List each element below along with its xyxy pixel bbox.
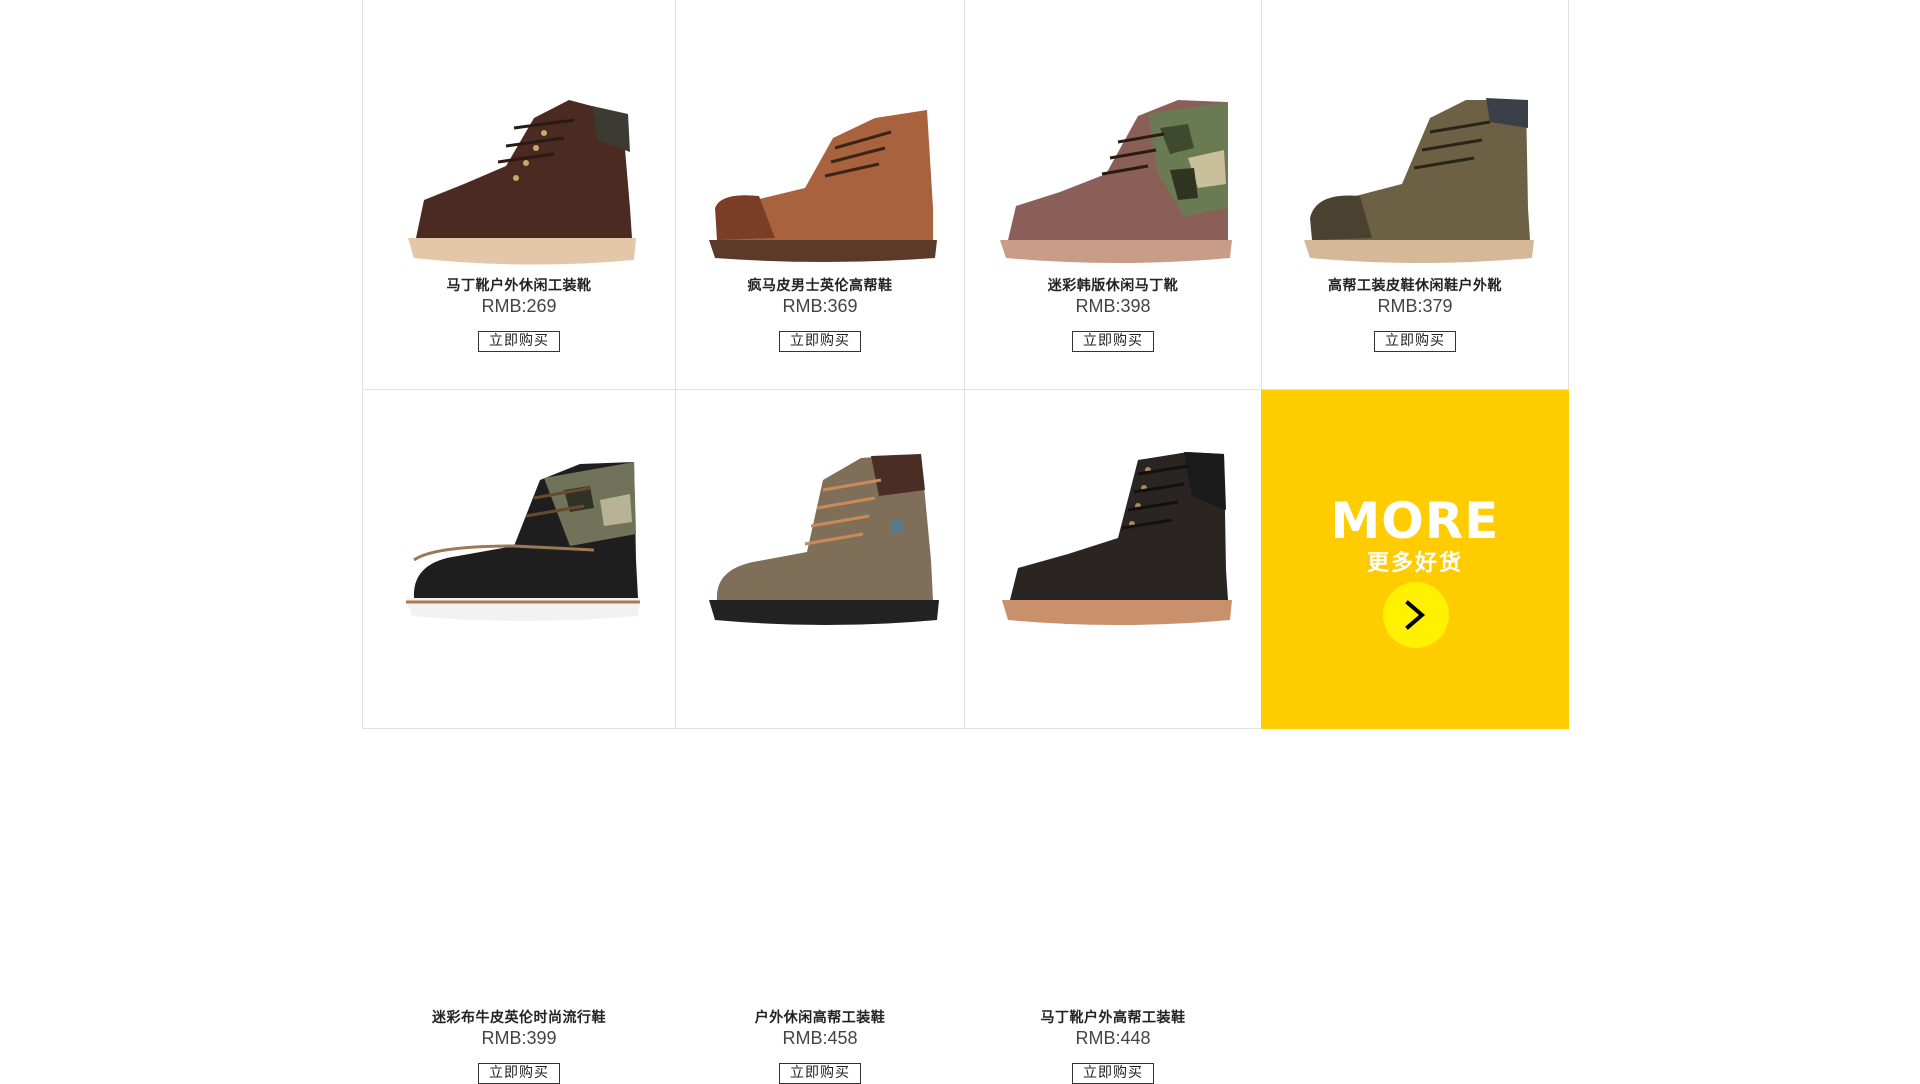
khaki-hiking-boot-icon[interactable] [676,450,964,632]
olive-work-boot-icon[interactable] [1262,88,1568,270]
more-subtitle: 更多好货 [1366,551,1463,576]
more-button[interactable] [1383,582,1449,648]
product-name[interactable]: 马丁靴户外高帮工装鞋 [965,1007,1261,1027]
product-card[interactable]: 疯马皮男士英伦高帮鞋 RMB:369 立即购买 [675,0,964,390]
camo-suede-boot-icon[interactable] [965,88,1261,270]
product-card[interactable]: 马丁靴户外高帮工装鞋 RMB:448 立即购买 [964,390,1261,1084]
product-card[interactable]: 迷彩布牛皮英伦时尚流行鞋 RMB:399 立即购买 [362,390,675,1084]
buy-now-button[interactable]: 立即购买 [478,1063,560,1084]
product-name[interactable]: 疯马皮男士英伦高帮鞋 [676,275,964,295]
buy-now-button[interactable]: 立即购买 [779,1063,861,1084]
product-price: RMB:369 [782,296,858,316]
chevron-right-icon [1405,600,1426,630]
black-camo-boat-shoe-icon[interactable] [363,450,675,632]
product-price: RMB:398 [1075,296,1151,316]
product-price: RMB:269 [481,296,557,316]
buy-now-button[interactable]: 立即购买 [1072,1063,1154,1084]
product-name[interactable]: 户外休闲高帮工装鞋 [676,1007,964,1027]
black-suede-boot-icon[interactable] [965,450,1261,632]
product-price: RMB:448 [1075,1028,1151,1048]
product-price: RMB:379 [1377,296,1453,316]
product-name[interactable]: 马丁靴户外休闲工装靴 [363,275,675,295]
product-card[interactable]: 马丁靴户外休闲工装靴 RMB:269 立即购买 [362,0,675,390]
product-card[interactable]: 迷彩韩版休闲马丁靴 RMB:398 立即购买 [964,0,1261,390]
buy-now-button[interactable]: 立即购买 [478,331,560,352]
tan-leather-chukka-icon[interactable] [676,88,964,270]
more-products-tile[interactable]: MORE 更多好货 [1261,390,1569,729]
buy-now-button[interactable]: 立即购买 [1072,331,1154,352]
product-price: RMB:458 [782,1028,858,1048]
product-name[interactable]: 迷彩韩版休闲马丁靴 [965,275,1261,295]
product-price: RMB:399 [481,1028,557,1048]
product-name[interactable]: 迷彩布牛皮英伦时尚流行鞋 [363,1007,675,1027]
brown-suede-boot-icon[interactable] [363,88,675,270]
product-card[interactable]: 户外休闲高帮工装鞋 RMB:458 立即购买 [675,390,964,1084]
product-name[interactable]: 高帮工装皮鞋休闲鞋户外靴 [1262,275,1568,295]
buy-now-button[interactable]: 立即购买 [1374,331,1456,352]
buy-now-button[interactable]: 立即购买 [779,331,861,352]
product-grid: 马丁靴户外休闲工装靴 RMB:269 立即购买 疯马皮男士英伦高帮鞋 RMB:3… [362,0,1569,1084]
more-title: MORE [1330,492,1500,550]
product-card[interactable]: 高帮工装皮鞋休闲鞋户外靴 RMB:379 立即购买 [1261,0,1569,390]
